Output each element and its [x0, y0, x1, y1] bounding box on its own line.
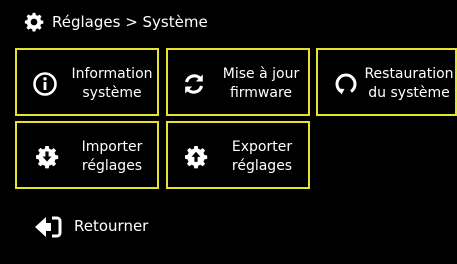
firmware-update-label-line2: firmware [229, 85, 293, 101]
gear-icon [24, 12, 44, 32]
import-settings-button[interactable]: Importer réglages [15, 121, 159, 189]
system-info-button[interactable]: Information système [15, 48, 159, 116]
back-button[interactable]: Retourner [34, 214, 164, 240]
export-settings-label-line1: Exporter [231, 139, 293, 155]
back-arrow-icon [35, 216, 62, 238]
firmware-update-label-line1: Mise à jour [222, 66, 300, 82]
restore-icon [335, 73, 357, 95]
page-title: Réglages > Système [52, 13, 208, 31]
export-settings-button[interactable]: Exporter réglages [166, 121, 310, 189]
gear-export-icon [185, 146, 208, 169]
info-circle-icon [33, 72, 57, 96]
system-restore-button[interactable]: Restauration du système [316, 48, 457, 116]
system-info-label-line1: Information [71, 66, 153, 82]
title-bar: Réglages > Système [0, 0, 457, 44]
system-restore-label-line2: du système [368, 85, 450, 101]
system-restore-label-line1: Restauration [364, 66, 454, 82]
gear-import-icon [36, 146, 59, 169]
system-info-label-line2: système [82, 85, 142, 101]
firmware-update-button[interactable]: Mise à jour firmware [166, 48, 310, 116]
import-settings-label-line2: réglages [81, 158, 143, 174]
export-settings-label-line2: réglages [231, 158, 293, 174]
import-settings-label-line1: Importer [81, 139, 143, 155]
back-label: Retourner [74, 217, 149, 235]
refresh-icon [184, 74, 204, 94]
